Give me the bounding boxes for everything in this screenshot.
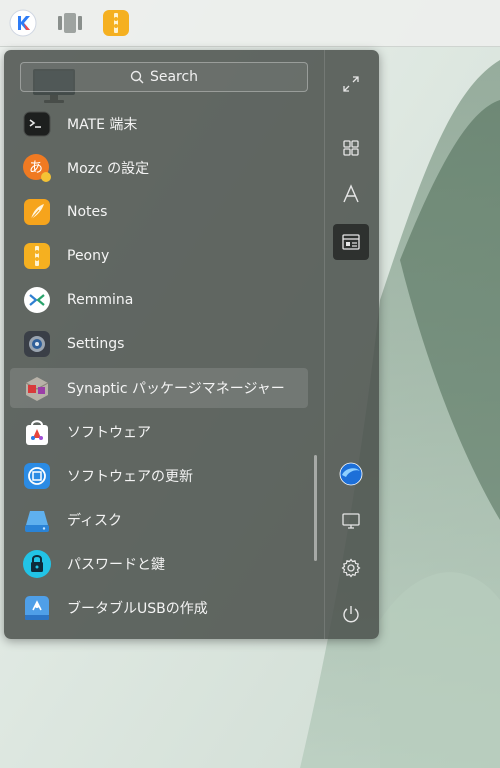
app-item-software-update[interactable]: ソフトウェアの更新 <box>10 456 308 496</box>
browser-icon <box>339 462 363 486</box>
app-label: Synaptic パッケージマネージャー <box>67 381 285 397</box>
menu-divider <box>324 50 325 639</box>
usb-creator-icon <box>25 596 49 620</box>
app-label: MATE 端末 <box>67 117 138 133</box>
app-item-mate-terminal[interactable]: MATE 端末 <box>10 104 308 144</box>
software-icon <box>26 420 48 445</box>
app-item-settings[interactable]: Settings <box>10 324 308 364</box>
alphabetical-view-button[interactable] <box>333 176 369 212</box>
settings-icon <box>24 331 50 357</box>
notes-icon <box>24 199 50 225</box>
svg-text:あ: あ <box>29 160 43 176</box>
app-item-software[interactable]: ソフトウェア <box>10 412 308 452</box>
app-item-notes[interactable]: Notes <box>10 192 308 232</box>
app-item-peony[interactable]: Peony <box>10 236 308 276</box>
letter-a-icon <box>343 184 359 203</box>
multitask-view-button[interactable] <box>54 7 86 39</box>
app-list-scrollbar[interactable] <box>314 455 317 561</box>
app-item-disks[interactable]: ディスク <box>10 500 308 540</box>
app-item-passwords-keys[interactable]: パスワードと鍵 <box>10 544 308 584</box>
software-update-icon <box>24 463 50 489</box>
power-button[interactable] <box>333 596 369 632</box>
search-label: Search <box>149 69 199 85</box>
multitask-icon <box>58 13 82 33</box>
disk-icon <box>25 511 49 532</box>
mozc-icon: あ <box>23 154 51 182</box>
app-item-synaptic[interactable]: Synaptic パッケージマネージャー <box>10 368 308 408</box>
app-label: Remmina <box>67 292 134 308</box>
app-label: ディスク <box>67 513 123 529</box>
app-label: Settings <box>67 336 125 352</box>
category-icon <box>342 234 360 250</box>
settings-button[interactable] <box>333 550 369 586</box>
app-label: ソフトウェア <box>67 425 151 441</box>
password-lock-icon <box>23 550 51 578</box>
computer-button[interactable] <box>333 503 369 539</box>
app-label: Notes <box>67 204 108 220</box>
peony-icon <box>103 10 129 36</box>
app-label: ブータブルUSBの作成 <box>67 601 208 617</box>
app-item-remmina[interactable]: Remmina <box>10 280 308 320</box>
app-label: Mozc の設定 <box>67 161 150 177</box>
browser-button[interactable] <box>333 456 369 492</box>
category-view-button[interactable] <box>333 224 369 260</box>
terminal-icon <box>23 111 51 137</box>
remmina-icon <box>24 287 50 313</box>
start-menu-button[interactable] <box>7 7 39 39</box>
app-label: ソフトウェアの更新 <box>67 469 193 485</box>
power-icon <box>343 606 359 623</box>
expand-icon <box>343 76 359 92</box>
all-apps-view-button[interactable] <box>333 130 369 166</box>
kylin-logo-icon <box>9 9 37 37</box>
app-item-mozc-settings[interactable]: あ Mozc の設定 <box>10 148 308 188</box>
peony-icon <box>24 243 50 269</box>
search-box[interactable]: Search <box>20 62 308 92</box>
expand-menu-button[interactable] <box>333 66 369 102</box>
synaptic-icon <box>25 377 49 401</box>
computer-icon <box>342 513 360 529</box>
start-menu: Search MATE 端末 あ Mozc の設定 Notes Peony Re… <box>4 50 379 639</box>
search-icon <box>130 70 144 84</box>
app-item-usb-creator[interactable]: ブータブルUSBの作成 <box>10 588 308 628</box>
top-panel <box>0 0 500 47</box>
grid-icon <box>343 140 359 156</box>
gear-icon <box>341 558 361 578</box>
app-label: パスワードと鍵 <box>67 557 165 573</box>
taskbar-peony-button[interactable] <box>100 7 132 39</box>
app-label: Peony <box>67 248 110 264</box>
